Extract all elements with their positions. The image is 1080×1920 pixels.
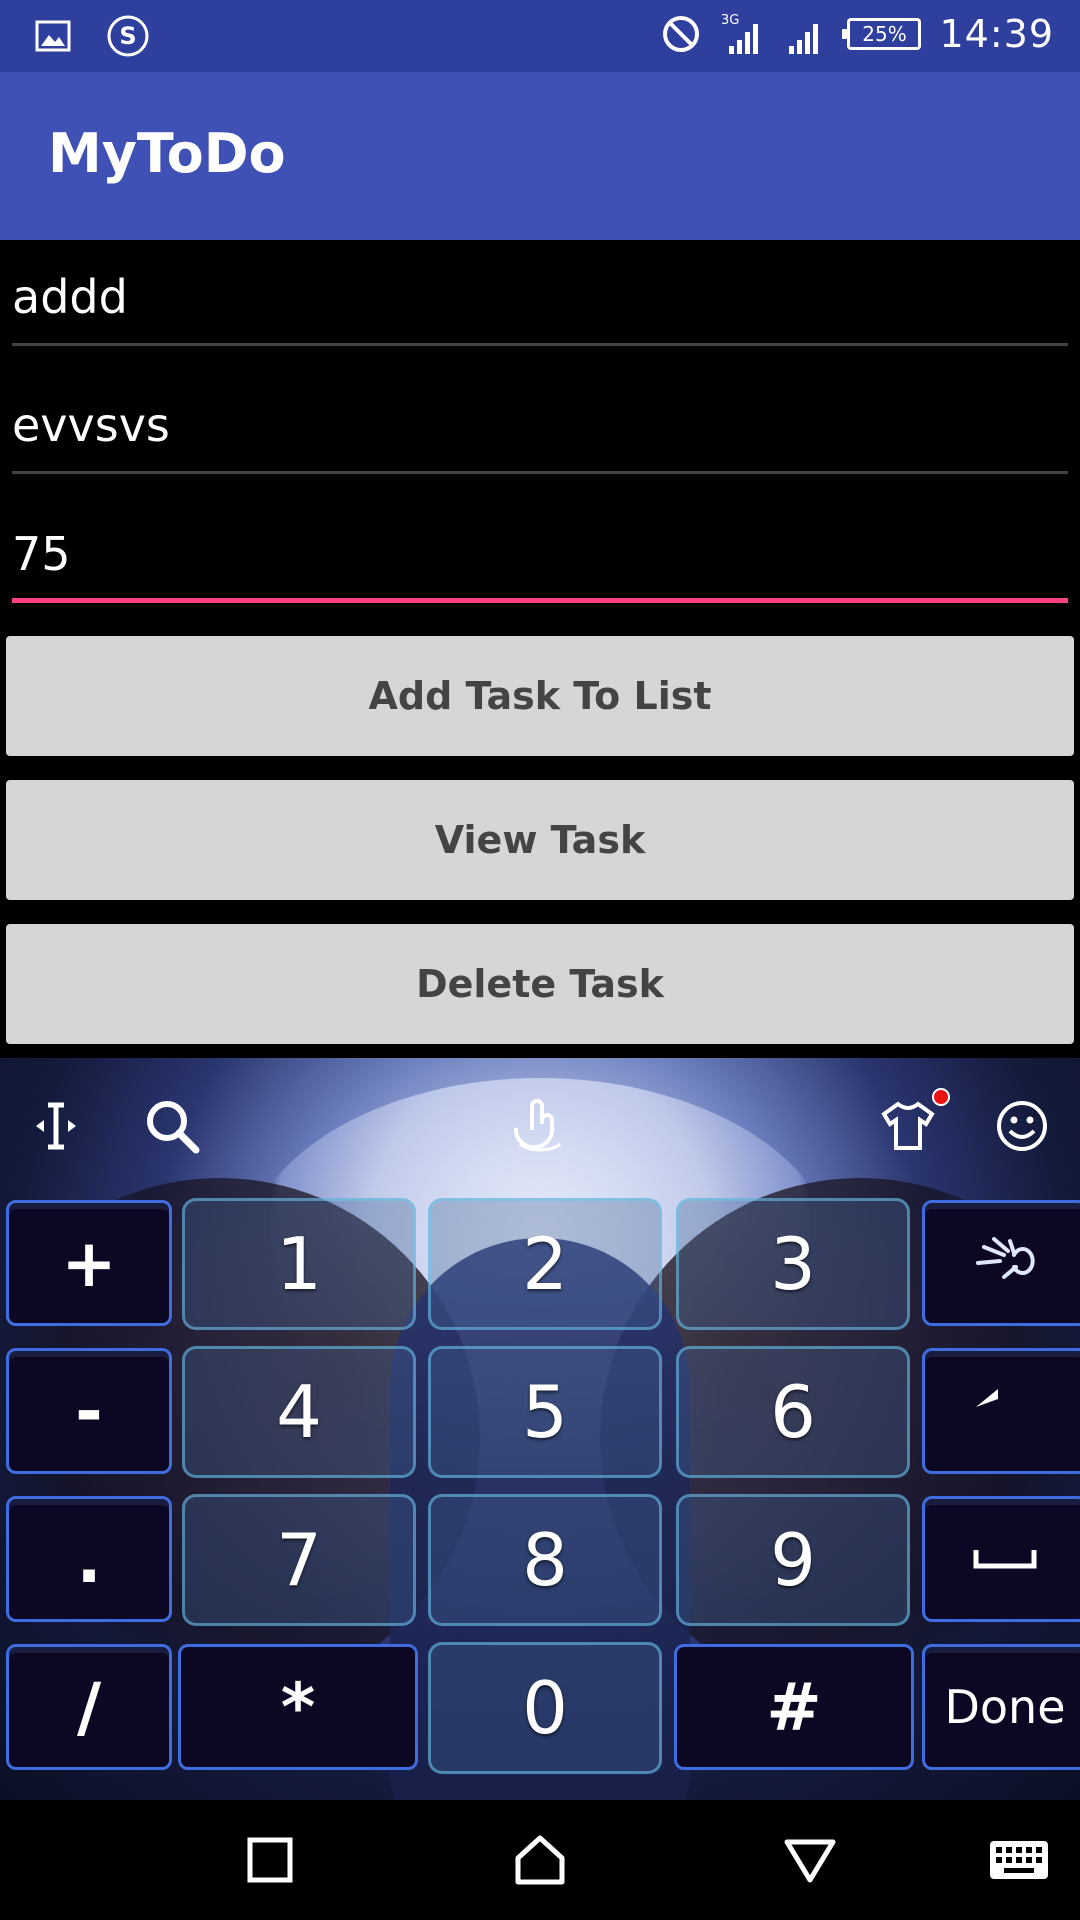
field-underline-focused [12, 598, 1068, 603]
backspace-key[interactable] [922, 1348, 1080, 1474]
space-icon [973, 1550, 1037, 1569]
recents-icon [247, 1837, 293, 1883]
keyboard: + 1 2 3 - 4 5 6 . 7 8 9 / * 0 # Done [0, 1058, 1080, 1800]
key-0[interactable]: 0 [428, 1642, 662, 1774]
svg-text:3G: 3G [721, 13, 739, 28]
image-icon [35, 20, 71, 52]
skeleton-hand-key[interactable] [922, 1200, 1080, 1326]
key-7[interactable]: 7 [182, 1494, 416, 1626]
task-description-value: evvsvs [12, 398, 170, 452]
signal-3g-icon: 3G [721, 13, 759, 54]
key-5[interactable]: 5 [428, 1346, 662, 1478]
home-icon [515, 1835, 565, 1885]
dot-key[interactable]: . [6, 1496, 172, 1622]
plus-key[interactable]: + [6, 1200, 172, 1326]
back-icon [784, 1839, 836, 1883]
task-name-value: addd [12, 270, 128, 324]
touch-icon[interactable] [508, 1094, 572, 1158]
delete-task-button[interactable]: Delete Task [6, 924, 1074, 1044]
battery-level: 25% [862, 22, 907, 46]
notification-dot [932, 1088, 950, 1106]
home-button[interactable] [510, 1830, 570, 1890]
recents-button[interactable] [240, 1830, 300, 1890]
do-not-disturb-icon [663, 16, 700, 52]
key-9[interactable]: 9 [676, 1494, 910, 1626]
skeleton-hand-icon [976, 1237, 1035, 1279]
slash-key[interactable]: / [6, 1644, 172, 1770]
done-key[interactable]: Done [922, 1644, 1080, 1770]
emoji-icon[interactable] [990, 1094, 1054, 1158]
field-underline [12, 471, 1068, 474]
view-task-button[interactable]: View Task [6, 780, 1074, 900]
key-1[interactable]: 1 [182, 1198, 416, 1330]
field-underline [12, 343, 1068, 346]
add-task-button[interactable]: Add Task To List [6, 636, 1074, 756]
signal-icon [789, 24, 819, 54]
task-name-field[interactable]: addd [12, 246, 1068, 346]
star-key[interactable]: * [178, 1644, 418, 1770]
back-arrow-icon [976, 1389, 998, 1407]
keyboard-toolbar [0, 1058, 1080, 1188]
theme-shirt-icon[interactable] [876, 1088, 950, 1158]
back-button[interactable] [780, 1830, 840, 1890]
search-icon[interactable] [140, 1094, 204, 1158]
task-number-value: 75 [12, 527, 71, 581]
cursor-icon[interactable] [24, 1094, 88, 1158]
svg-text:S: S [119, 22, 136, 50]
space-key[interactable] [922, 1496, 1080, 1622]
keyboard-icon [990, 1841, 1048, 1879]
key-2[interactable]: 2 [428, 1198, 662, 1330]
hash-key[interactable]: # [674, 1644, 914, 1770]
task-description-field[interactable]: evvsvs [12, 374, 1068, 474]
status-bar: S 3G 25% 14:39 [0, 0, 1080, 72]
task-number-field[interactable]: 75 [12, 503, 1068, 603]
navigation-bar [0, 1800, 1080, 1920]
app-title: MyToDo [48, 122, 286, 185]
minus-key[interactable]: - [6, 1348, 172, 1474]
key-6[interactable]: 6 [676, 1346, 910, 1478]
s-circle-icon: S [107, 15, 149, 57]
battery-icon: 25% [842, 18, 922, 50]
clock: 14:39 [939, 12, 1054, 56]
app-bar: MyToDo [0, 72, 1080, 240]
key-8[interactable]: 8 [428, 1494, 662, 1626]
key-3[interactable]: 3 [676, 1198, 910, 1330]
key-4[interactable]: 4 [182, 1346, 416, 1478]
keyboard-switch-button[interactable] [986, 1830, 1052, 1890]
